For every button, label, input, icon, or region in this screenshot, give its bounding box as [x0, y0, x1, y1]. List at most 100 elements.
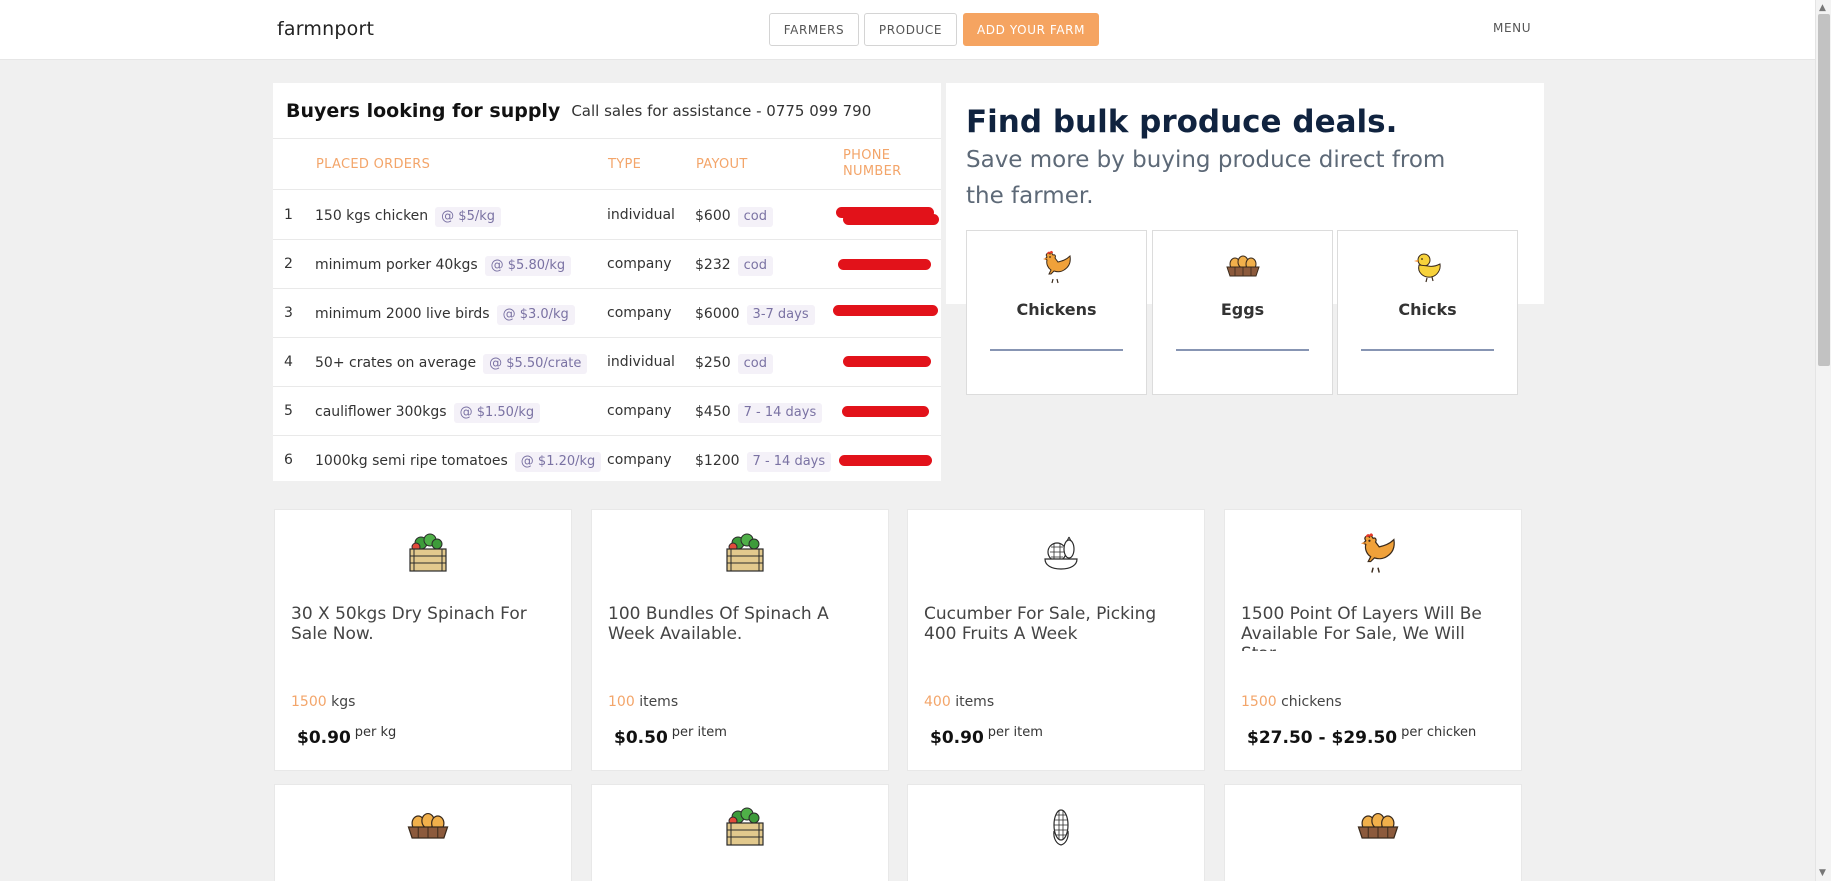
order-number: 1 — [284, 207, 293, 223]
product-card[interactable] — [907, 784, 1205, 881]
vegetable-crate-icon — [726, 807, 764, 846]
product-title[interactable]: Cucumber For Sale, Picking 400 Fruits A … — [924, 604, 1194, 651]
category-card-chickens[interactable]: Chickens — [966, 230, 1147, 395]
order-type: individual — [607, 207, 675, 223]
category-card-eggs[interactable]: Eggs — [1152, 230, 1333, 395]
order-desc-text: minimum 2000 live birds — [315, 306, 490, 322]
order-description: minimum porker 40kgs @ $5.80/kg — [315, 256, 572, 276]
product-quantity: 1500 chickens — [1241, 694, 1342, 710]
deals-subtitle: Save more by buying produce direct from … — [966, 147, 1446, 209]
order-number: 2 — [284, 256, 293, 272]
page-scrollbar[interactable]: ▲ ▼ — [1815, 0, 1831, 881]
order-payout-amount: $6000 — [695, 306, 740, 322]
order-payout: $232 cod — [695, 256, 773, 276]
order-description: 50+ crates on average @ $5.50/crate — [315, 354, 588, 374]
order-payout-amount: $600 — [695, 208, 731, 224]
category-label: Eggs — [1220, 300, 1265, 319]
column-payout: PAYOUT — [696, 157, 748, 172]
order-row[interactable]: 1 150 kgs chicken @ $5/kg individual $600… — [273, 191, 941, 240]
order-terms-badge: 3-7 days — [746, 305, 815, 325]
order-row[interactable]: 2 minimum porker 40kgs @ $5.80/kg company… — [273, 240, 941, 289]
quantity-value: 1500 — [1241, 694, 1277, 710]
order-type: company — [607, 403, 672, 419]
product-card[interactable] — [274, 784, 572, 881]
column-placed-orders: PLACED ORDERS — [316, 157, 431, 172]
order-rate-badge: @ $5.80/kg — [484, 256, 572, 276]
product-price: $0.90 per kg — [297, 725, 397, 748]
product-title[interactable]: 30 X 50kgs Dry Spinach For Sale Now. — [291, 604, 561, 651]
product-card[interactable]: 100 Bundles Of Spinach A Week Available.… — [591, 509, 889, 771]
order-type: company — [607, 452, 672, 468]
product-card[interactable]: 30 X 50kgs Dry Spinach For Sale Now. 150… — [274, 509, 572, 771]
eggs-icon — [1225, 255, 1260, 277]
scrollbar-thumb[interactable] — [1818, 14, 1830, 366]
price-value: $0.90 — [297, 728, 351, 748]
brand-logo[interactable]: farmnport — [277, 18, 374, 40]
order-row[interactable]: 4 50+ crates on average @ $5.50/crate ind… — [273, 338, 941, 387]
produce-button[interactable]: PRODUCE — [864, 13, 957, 46]
order-desc-text: cauliflower 300kgs — [315, 404, 447, 420]
order-number: 6 — [284, 452, 293, 468]
order-payout: $600 cod — [695, 207, 773, 227]
chick-icon — [1413, 253, 1441, 283]
order-row[interactable]: 5 cauliflower 300kgs @ $1.50/kg company $… — [273, 387, 941, 436]
order-terms-badge: 7 - 14 days — [737, 403, 823, 423]
category-card-chicks[interactable]: Chicks — [1337, 230, 1518, 395]
order-desc-text: 50+ crates on average — [315, 355, 477, 371]
quantity-unit: items — [639, 694, 679, 710]
category-underline — [990, 349, 1123, 351]
order-row[interactable]: 6 1000kg semi ripe tomatoes @ $1.20/kg co… — [273, 436, 941, 485]
scroll-down-arrow-icon[interactable]: ▼ — [1819, 868, 1826, 878]
order-terms-badge: cod — [737, 256, 773, 276]
category-underline — [1176, 349, 1309, 351]
farmers-button[interactable]: FARMERS — [769, 13, 859, 46]
order-payout-amount: $232 — [695, 257, 731, 273]
category-label: Chickens — [1016, 300, 1097, 319]
order-terms-badge: cod — [737, 354, 773, 374]
order-terms-badge: cod — [737, 207, 773, 227]
price-unit: per kg — [354, 725, 397, 740]
order-type: company — [607, 256, 672, 272]
sales-phone-text: Call sales for assistance - 0775 099 790 — [571, 101, 872, 120]
order-payout-amount: $450 — [695, 404, 731, 420]
order-rate-badge: @ $3.0/kg — [496, 305, 575, 325]
product-quantity: 1500 kgs — [291, 694, 355, 710]
product-card[interactable] — [1224, 784, 1522, 881]
chicken-icon — [1360, 533, 1395, 573]
quantity-unit: kgs — [331, 694, 356, 710]
order-number: 3 — [284, 305, 293, 321]
product-price: $0.90 per item — [930, 725, 1043, 748]
vegetable-crate-icon — [409, 533, 447, 572]
scroll-up-arrow-icon[interactable]: ▲ — [1819, 3, 1826, 13]
eggs-icon — [1357, 812, 1399, 839]
order-row[interactable]: 3 minimum 2000 live birds @ $3.0/kg compa… — [273, 289, 941, 338]
order-payout: $450 7 - 14 days — [695, 403, 823, 423]
order-description: minimum 2000 live birds @ $3.0/kg — [315, 305, 575, 325]
orders-header: Buyers looking for supply Call sales for… — [273, 83, 941, 139]
deals-title: Find bulk produce deals. — [966, 104, 1398, 140]
product-card[interactable]: 1500 Point Of Layers Will Be Available F… — [1224, 509, 1522, 771]
column-phone-number: PHONE NUMBER — [843, 148, 902, 179]
quantity-value: 1500 — [291, 694, 327, 710]
product-title[interactable]: 1500 Point Of Layers Will Be Available F… — [1241, 604, 1511, 651]
fruit-basket-icon — [1044, 536, 1078, 570]
order-description: 150 kgs chicken @ $5/kg — [315, 207, 502, 227]
redacted-phone-number — [833, 305, 938, 316]
orders-title: Buyers looking for supply — [286, 99, 561, 122]
add-your-farm-button[interactable]: ADD YOUR FARM — [963, 13, 1099, 46]
price-value: $0.50 — [614, 728, 668, 748]
order-desc-text: 1000kg semi ripe tomatoes — [315, 453, 508, 469]
category-underline — [1361, 349, 1494, 351]
product-title[interactable]: 100 Bundles Of Spinach A Week Available. — [608, 604, 878, 651]
order-number: 4 — [284, 354, 293, 370]
product-quantity: 100 items — [608, 694, 678, 710]
product-card[interactable] — [591, 784, 889, 881]
redacted-phone-number — [838, 259, 931, 270]
order-terms-badge: 7 - 14 days — [746, 452, 832, 472]
menu-button[interactable]: MENU — [1493, 21, 1531, 35]
product-card[interactable]: Cucumber For Sale, Picking 400 Fruits A … — [907, 509, 1205, 771]
price-value: $27.50 - $29.50 — [1247, 728, 1398, 748]
quantity-value: 100 — [608, 694, 635, 710]
order-description: cauliflower 300kgs @ $1.50/kg — [315, 403, 541, 423]
order-rate-badge: @ $1.20/kg — [514, 452, 602, 472]
